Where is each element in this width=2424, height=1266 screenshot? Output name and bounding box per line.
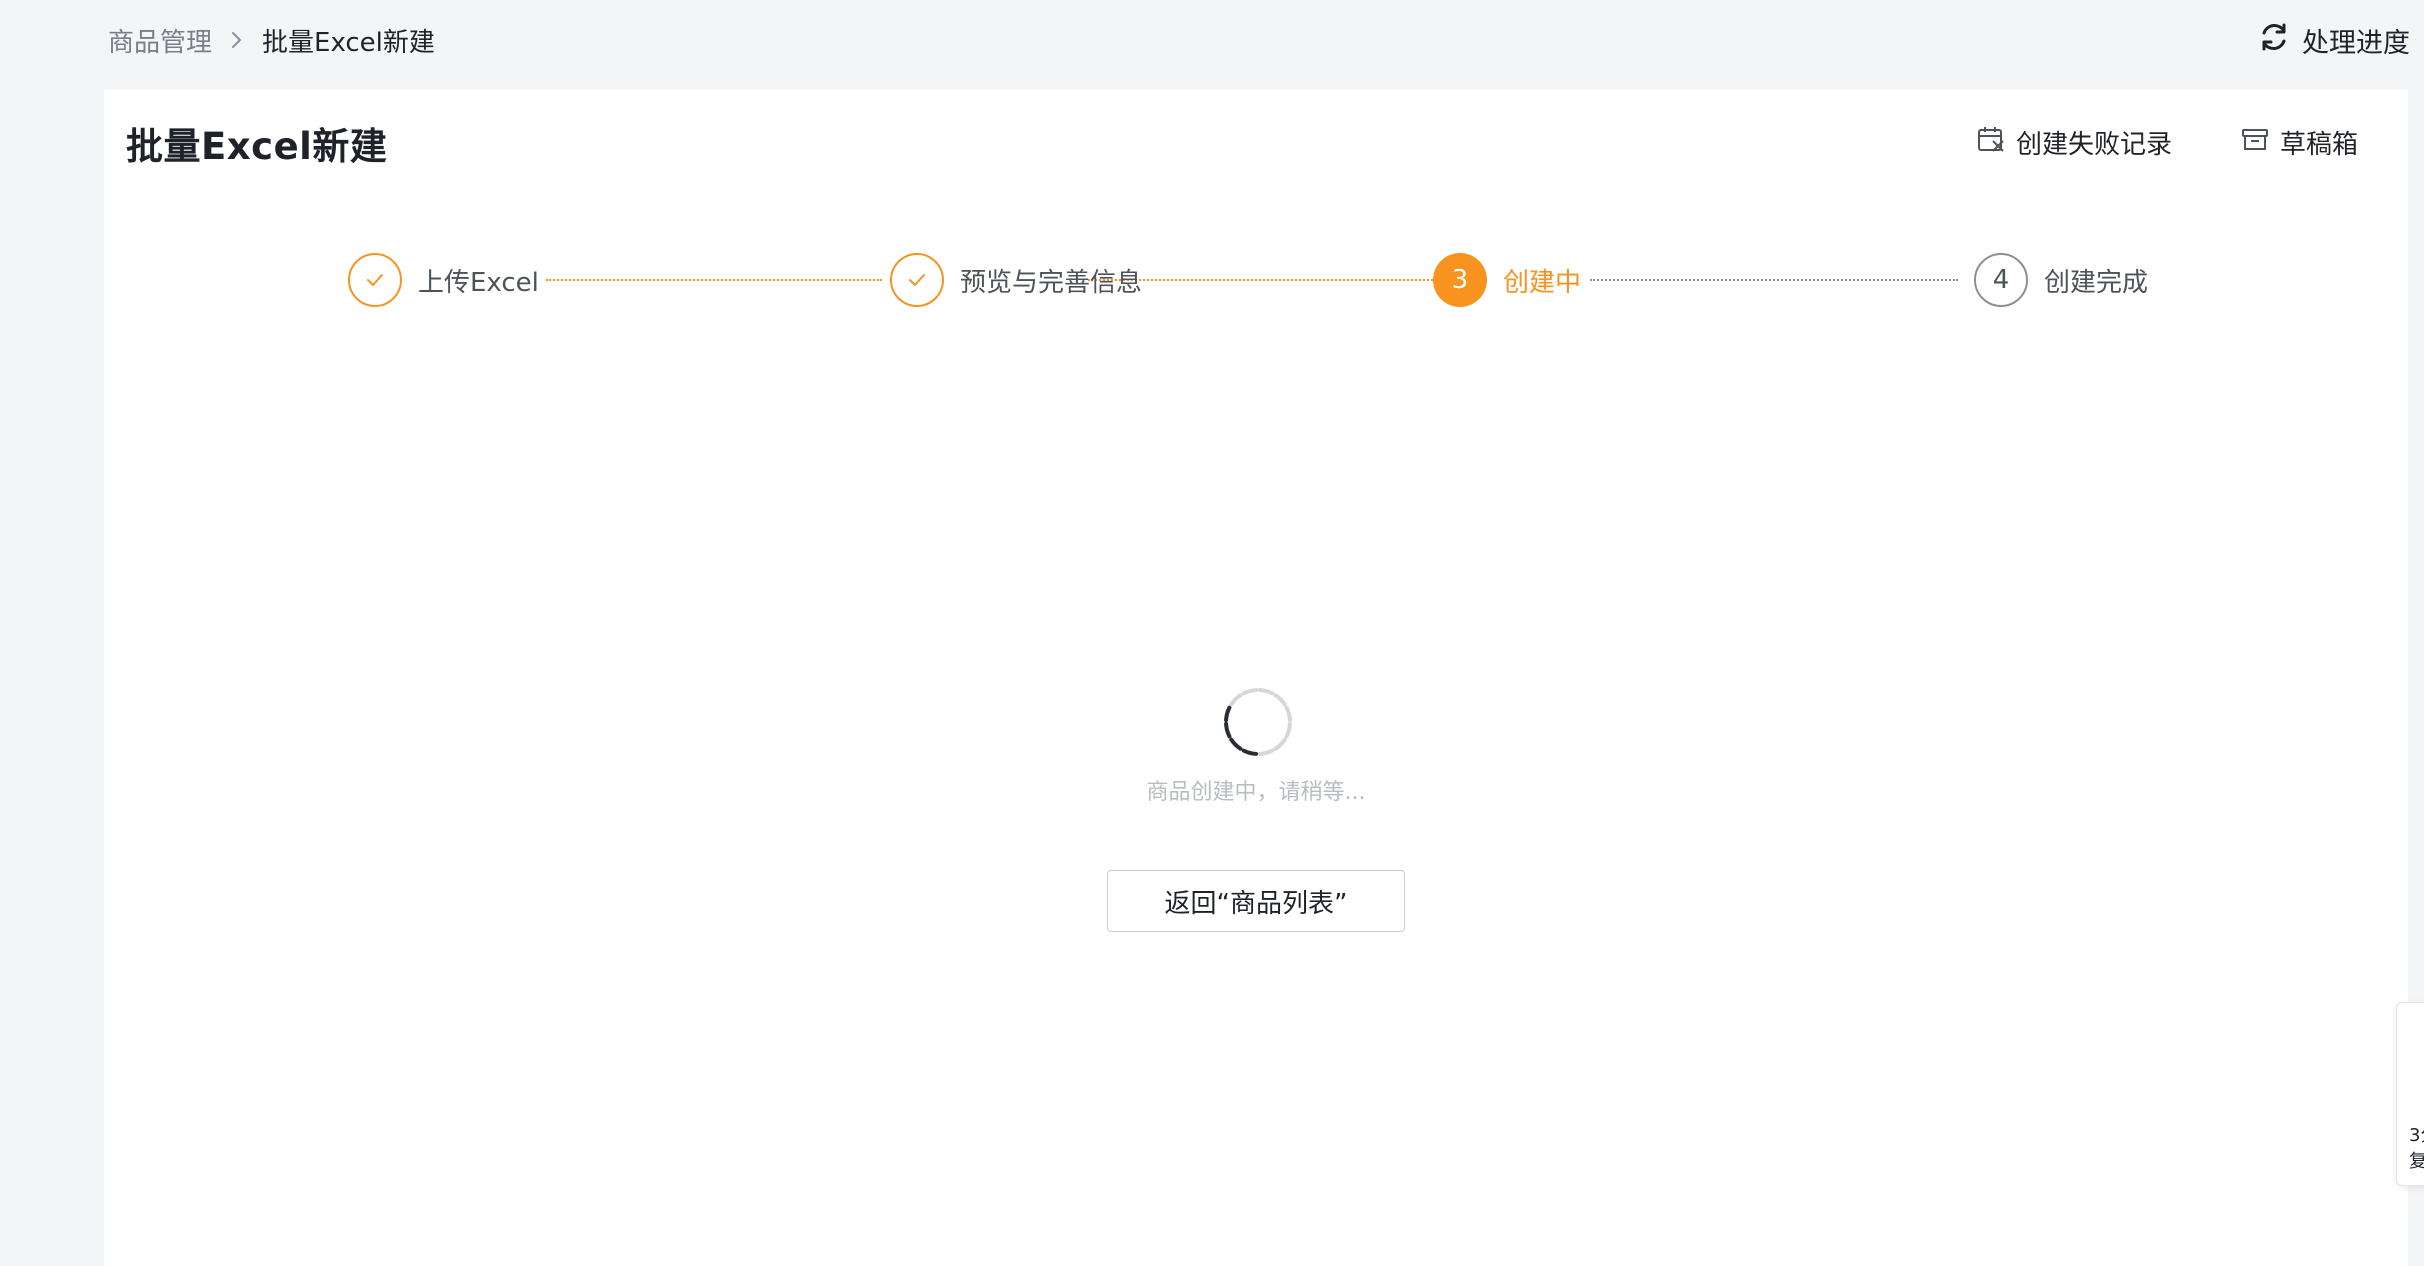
floating-side-widget[interactable]: 3分 复 [2396,1002,2424,1186]
step-connector-3 [1590,279,1958,281]
spinner-segment [1284,705,1292,723]
spinner-segment [1257,688,1275,696]
step-connector-2 [1088,279,1452,281]
spinner-segment [1224,721,1232,739]
step-progress: 上传Excel 预览与完善信息 3 创建中 4 创建完成 [348,250,2248,320]
step-label: 上传Excel [418,267,539,298]
spinner-segment [1224,705,1232,723]
check-icon [348,253,402,307]
refresh-icon [2256,19,2302,62]
processing-progress-button[interactable]: 处理进度 [2256,18,2410,62]
header-actions: 创建失败记录 草稿箱 [1908,124,2358,161]
floating-widget-line: 3分 [2409,1125,2424,1146]
check-icon [890,253,944,307]
spinner-segment [1273,737,1287,751]
step-upload-excel: 上传Excel [348,250,539,310]
floating-widget-line: 复 [2409,1147,2424,1173]
spinner-segment [1257,748,1275,756]
top-bar: 商品管理 批量Excel新建 处理进度 [0,0,2424,88]
spinner-segment [1241,688,1259,696]
step-connector-1 [546,279,882,281]
calendar-x-icon [1976,124,2016,161]
breadcrumb: 商品管理 批量Excel新建 [108,20,435,60]
archive-icon [2240,124,2280,161]
processing-progress-label: 处理进度 [2302,27,2410,59]
step-label: 预览与完善信息 [960,267,1143,298]
drafts-button[interactable]: 草稿箱 [2240,124,2358,161]
failed-records-button[interactable]: 创建失败记录 [1976,124,2172,161]
spinner-segment [1284,721,1292,739]
breadcrumb-item-current: 批量Excel新建 [262,27,435,58]
step-creating: 3 创建中 [1433,250,1581,310]
step-complete: 4 创建完成 [1974,250,2148,310]
main-card: 批量Excel新建 创建失败记录 草稿箱 上传Excel 预览与完善信息 3 创… [104,90,2408,1266]
step-label: 创建完成 [2044,267,2149,298]
spinner-segment [1241,748,1259,756]
spinner-segment [1273,693,1287,707]
step-label: 创建中 [1503,267,1582,298]
failed-records-label: 创建失败记录 [2015,130,2172,160]
spinner-icon [1224,688,1292,756]
spinner-segment [1229,737,1243,751]
chevron-right-icon [222,20,252,60]
breadcrumb-item-product-management[interactable]: 商品管理 [108,22,212,59]
step-preview-info: 预览与完善信息 [890,250,1142,310]
loading-message: 商品创建中，请稍等... [1146,780,1366,805]
step-number-badge: 3 [1433,253,1487,307]
step-number-badge: 4 [1974,253,2028,307]
back-to-product-list-button[interactable]: 返回“商品列表” [1107,870,1405,932]
page-title: 批量Excel新建 [126,125,388,168]
spinner-segment [1229,693,1243,707]
drafts-label: 草稿箱 [2279,130,2358,160]
